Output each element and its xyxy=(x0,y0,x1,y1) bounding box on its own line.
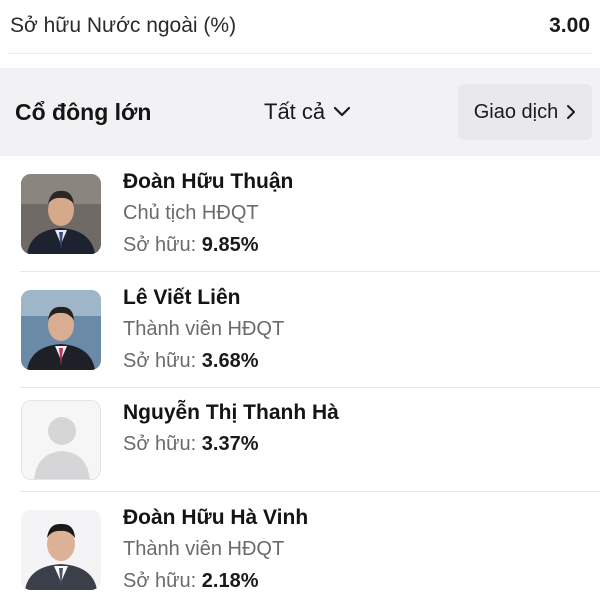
person-photo-icon xyxy=(21,174,101,254)
divider xyxy=(8,53,592,54)
filter-label: Tất cả xyxy=(264,99,326,124)
ownership-label: Sở hữu: xyxy=(123,234,197,256)
section-title: Cổ đông lớn xyxy=(15,98,152,125)
major-shareholders-header: Cổ đông lớn Tất cả Giao dịch xyxy=(0,68,600,156)
avatar xyxy=(21,510,101,590)
shareholder-name: Nguyễn Thị Thanh Hà xyxy=(123,401,339,424)
transactions-button[interactable]: Giao dịch xyxy=(458,84,592,140)
shareholder-info: Đoàn Hữu Thuận Chủ tịch HĐQT Sở hữu: 9.8… xyxy=(123,167,293,261)
shareholder-row[interactable]: Đoàn Hữu Thuận Chủ tịch HĐQT Sở hữu: 9.8… xyxy=(0,156,600,272)
shareholder-info: Nguyễn Thị Thanh Hà Sở hữu: 3.37% xyxy=(123,398,339,460)
shareholder-role: Chủ tịch HĐQT xyxy=(123,202,259,224)
shareholder-info: Đoàn Hữu Hà Vinh Thành viên HĐQT Sở hữu:… xyxy=(123,503,308,597)
shareholder-name: Đoàn Hữu Thuận xyxy=(123,170,294,193)
transactions-label: Giao dịch xyxy=(473,100,559,123)
filter-dropdown[interactable]: Tất cả xyxy=(264,99,351,125)
ownership: Sở hữu: 3.68% xyxy=(123,345,284,377)
avatar xyxy=(21,174,101,254)
ownership-label: Sở hữu: xyxy=(123,350,197,372)
foreign-ownership-row: Sở hữu Nước ngoài (%) 3.00 xyxy=(0,0,600,52)
shareholder-role: Thành viên HĐQT xyxy=(123,318,285,340)
avatar xyxy=(21,400,101,480)
ownership-value: 3.37% xyxy=(201,433,259,455)
shareholder-row[interactable]: Đoàn Hữu Hà Vinh Thành viên HĐQT Sở hữu:… xyxy=(0,492,600,600)
ownership-value: 9.85% xyxy=(201,234,259,256)
person-photo-icon xyxy=(21,290,101,370)
ownership-label: Sở hữu: xyxy=(123,433,197,455)
ownership-value: 3.68% xyxy=(201,350,259,372)
ownership: Sở hữu: 9.85% xyxy=(123,229,293,261)
person-photo-icon xyxy=(21,510,101,590)
shareholder-list: Đoàn Hữu Thuận Chủ tịch HĐQT Sở hữu: 9.8… xyxy=(0,156,600,600)
shareholder-row[interactable]: Nguyễn Thị Thanh Hà Sở hữu: 3.37% xyxy=(0,388,600,492)
shareholder-info: Lê Viết Liên Thành viên HĐQT Sở hữu: 3.6… xyxy=(123,283,284,377)
foreign-ownership-label: Sở hữu Nước ngoài (%) xyxy=(10,14,237,37)
ownership-value: 2.18% xyxy=(201,570,259,592)
ownership: Sở hữu: 2.18% xyxy=(123,565,308,597)
foreign-ownership-value: 3.00 xyxy=(549,14,590,37)
shareholder-name: Đoàn Hữu Hà Vinh xyxy=(123,506,309,529)
chevron-down-icon xyxy=(334,106,351,117)
chevron-right-icon xyxy=(567,105,576,119)
placeholder-person-icon xyxy=(22,401,100,479)
shareholder-row[interactable]: Lê Viết Liên Thành viên HĐQT Sở hữu: 3.6… xyxy=(0,272,600,388)
avatar xyxy=(21,290,101,370)
shareholder-role: Thành viên HĐQT xyxy=(123,538,285,560)
ownership: Sở hữu: 3.37% xyxy=(123,428,339,460)
shareholder-name: Lê Viết Liên xyxy=(123,286,241,309)
ownership-label: Sở hữu: xyxy=(123,570,197,592)
